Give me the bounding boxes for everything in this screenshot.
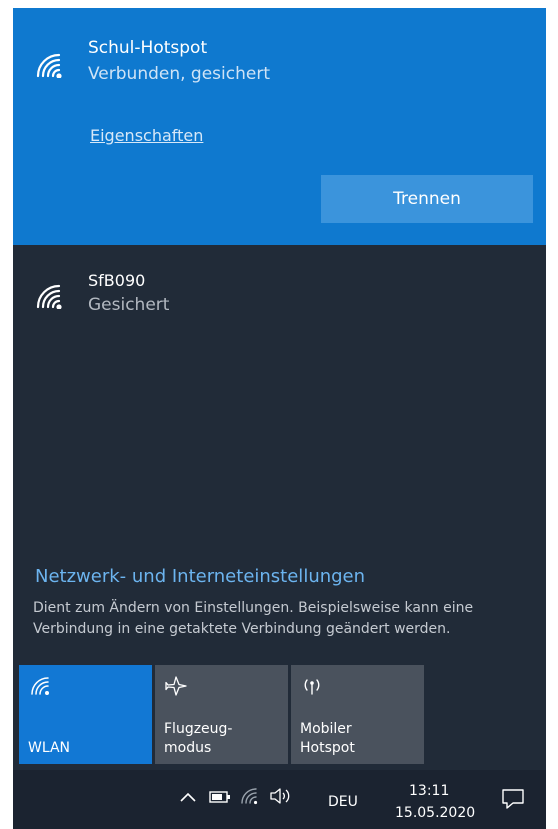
- disconnect-button[interactable]: Trennen: [321, 175, 533, 223]
- wifi-icon[interactable]: [240, 787, 260, 805]
- action-center-icon[interactable]: [501, 788, 525, 810]
- network-settings-description: Dient zum Ändern von Einstellungen. Beis…: [33, 600, 474, 637]
- network-name: SfB090: [88, 271, 146, 290]
- wifi-signal-icon: [36, 284, 62, 309]
- hotspot-tile-label: Mobiler Hotspot: [300, 721, 355, 756]
- hotspot-icon: [304, 679, 320, 695]
- wlan-toggle-tile[interactable]: WLAN: [19, 665, 152, 764]
- airplane-tile-label: Flugzeug- modus: [164, 721, 233, 756]
- clock-date[interactable]: 15.05.2020: [395, 805, 475, 821]
- input-language-indicator[interactable]: DEU: [328, 794, 358, 810]
- taskbar: DEU 13:11 15.05.2020: [13, 770, 546, 829]
- airplane-icon: [165, 676, 187, 696]
- wifi-icon: [31, 677, 49, 695]
- network-flyout: Schul-Hotspot Verbunden, gesichert Eigen…: [13, 8, 546, 829]
- clock-time[interactable]: 13:11: [409, 783, 449, 799]
- network-settings-link[interactable]: Netzwerk- und Interneteinstellungen: [35, 566, 365, 587]
- network-list-item[interactable]: SfB090 Gesichert: [13, 245, 546, 325]
- properties-link[interactable]: Eigenschaften: [90, 126, 203, 145]
- active-network-name: Schul-Hotspot: [88, 38, 208, 58]
- airplane-mode-tile[interactable]: Flugzeug- modus: [155, 665, 288, 764]
- wifi-signal-icon: [36, 53, 62, 78]
- active-network-section: Schul-Hotspot Verbunden, gesichert Eigen…: [13, 8, 546, 245]
- mobile-hotspot-tile[interactable]: Mobiler Hotspot: [291, 665, 424, 764]
- active-network-status: Verbunden, gesichert: [88, 64, 270, 84]
- chevron-up-icon[interactable]: [179, 791, 197, 803]
- network-status: Gesichert: [88, 295, 170, 315]
- battery-icon[interactable]: [209, 790, 231, 804]
- speaker-icon[interactable]: [269, 787, 293, 805]
- wlan-tile-label: WLAN: [28, 740, 71, 756]
